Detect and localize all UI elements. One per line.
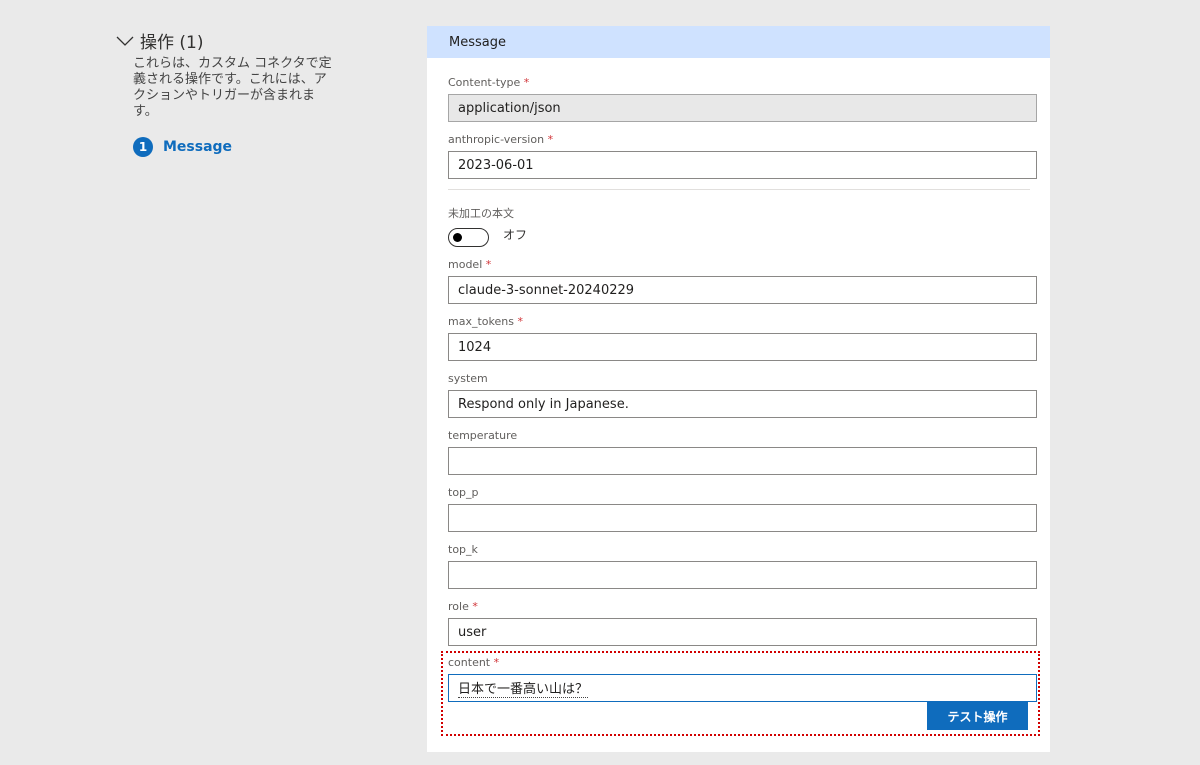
chevron-down-icon xyxy=(116,36,134,46)
toggle-knob xyxy=(453,233,462,242)
top-p-label: top_p xyxy=(448,486,479,499)
operation-item-label: Message xyxy=(163,139,233,155)
raw-body-toggle[interactable] xyxy=(448,228,489,247)
system-label: system xyxy=(448,372,488,385)
top-k-label: top_k xyxy=(448,543,478,556)
temperature-field[interactable] xyxy=(448,447,1037,475)
content-label: content * xyxy=(448,656,500,669)
required-marker: * xyxy=(493,656,500,669)
anthropic-version-label: anthropic-version * xyxy=(448,133,554,146)
operations-section-header[interactable]: 操作 (1) xyxy=(116,28,203,53)
operation-item-message[interactable]: 1 Message xyxy=(133,137,232,157)
operation-form-panel: Message Content-type * application/json … xyxy=(427,26,1050,752)
system-field[interactable]: Respond only in Japanese. xyxy=(448,390,1037,418)
top-p-field[interactable] xyxy=(448,504,1037,532)
model-label: model * xyxy=(448,258,492,271)
required-marker: * xyxy=(472,600,478,613)
raw-body-label: 未加工の本文 xyxy=(448,207,514,220)
required-marker: * xyxy=(517,315,523,328)
content-type-label: Content-type * xyxy=(448,76,530,89)
model-field[interactable]: claude-3-sonnet-20240229 xyxy=(448,276,1037,304)
max-tokens-label: max_tokens * xyxy=(448,315,523,328)
operations-description: これらは、カスタム コネクタで定義される操作です。これには、アクションやトリガー… xyxy=(133,56,332,119)
raw-body-toggle-state: オフ xyxy=(503,228,528,242)
raw-body-toggle-group: オフ xyxy=(448,228,527,247)
test-operation-button[interactable]: テスト操作 xyxy=(927,702,1028,730)
anthropic-version-field[interactable]: 2023-06-01 xyxy=(448,151,1037,179)
panel-header: Message xyxy=(427,26,1050,58)
required-marker: * xyxy=(523,76,530,89)
temperature-label: temperature xyxy=(448,429,518,442)
operation-number-badge: 1 xyxy=(133,137,153,157)
role-field[interactable]: user xyxy=(448,618,1037,646)
required-marker: * xyxy=(547,133,554,146)
required-marker: * xyxy=(485,258,492,271)
top-k-field[interactable] xyxy=(448,561,1037,589)
max-tokens-field[interactable]: 1024 xyxy=(448,333,1037,361)
divider xyxy=(448,189,1030,190)
role-label: role * xyxy=(448,600,478,613)
operations-section-title: 操作 (1) xyxy=(140,33,204,53)
content-type-field: application/json xyxy=(448,94,1037,122)
panel-title: Message xyxy=(449,34,506,50)
content-field[interactable]: 日本で一番高い山は？ xyxy=(448,674,1037,702)
